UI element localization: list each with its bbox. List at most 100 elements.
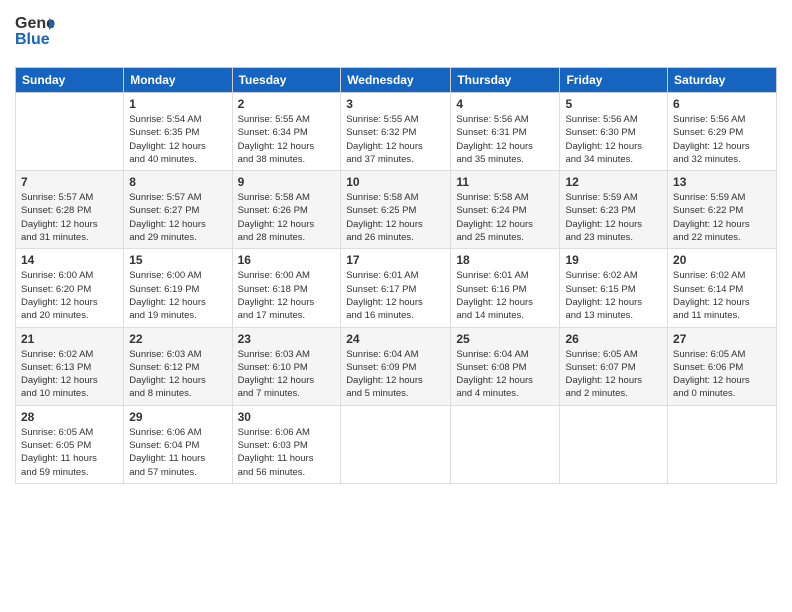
calendar-cell: 6 Sunrise: 5:56 AM Sunset: 6:29 PM Daylig… [668, 93, 777, 171]
calendar-cell: 3Sunrise: 5:55 AM Sunset: 6:32 PM Daylig… [341, 93, 451, 171]
calendar-cell: 20 Sunrise: 6:02 AM Sunset: 6:14 PM Dayli… [668, 249, 777, 327]
day-info: Sunrise: 6:00 AM Sunset: 6:20 PM Dayligh… [21, 269, 118, 322]
day-info: Sunrise: 6:02 AM Sunset: 6:13 PM Dayligh… [21, 348, 118, 401]
calendar-cell: 29 Sunrise: 6:06 AM Sunset: 6:04 PM Dayli… [124, 405, 232, 483]
day-number: 1 [129, 97, 226, 111]
day-number: 2 [238, 97, 336, 111]
day-number: 19 [565, 253, 662, 267]
calendar-cell: 16 Sunrise: 6:00 AM Sunset: 6:18 PM Dayli… [232, 249, 341, 327]
calendar-week-row: 1 Sunrise: 5:54 AM Sunset: 6:35 PM Daylig… [16, 93, 777, 171]
day-number: 4 [456, 97, 554, 111]
day-number: 21 [21, 332, 118, 346]
calendar-week-row: 28Sunrise: 6:05 AM Sunset: 6:05 PM Dayli… [16, 405, 777, 483]
calendar-table: SundayMondayTuesdayWednesdayThursdayFrid… [15, 67, 777, 484]
calendar-cell: 8 Sunrise: 5:57 AM Sunset: 6:27 PM Daylig… [124, 171, 232, 249]
day-info: Sunrise: 5:56 AM Sunset: 6:31 PM Dayligh… [456, 113, 554, 166]
calendar-body: 1 Sunrise: 5:54 AM Sunset: 6:35 PM Daylig… [16, 93, 777, 484]
day-info: Sunrise: 5:58 AM Sunset: 6:26 PM Dayligh… [238, 191, 336, 244]
calendar-cell: 19 Sunrise: 6:02 AM Sunset: 6:15 PM Dayli… [560, 249, 668, 327]
day-number: 6 [673, 97, 771, 111]
day-info: Sunrise: 6:01 AM Sunset: 6:16 PM Dayligh… [456, 269, 554, 322]
day-number: 5 [565, 97, 662, 111]
day-info: Sunrise: 6:05 AM Sunset: 6:05 PM Dayligh… [21, 426, 118, 479]
day-number: 16 [238, 253, 336, 267]
calendar-cell: 11 Sunrise: 5:58 AM Sunset: 6:24 PM Dayli… [451, 171, 560, 249]
day-number: 3 [346, 97, 445, 111]
day-number: 22 [129, 332, 226, 346]
calendar-cell: 15 Sunrise: 6:00 AM Sunset: 6:19 PM Dayli… [124, 249, 232, 327]
calendar-cell: 28Sunrise: 6:05 AM Sunset: 6:05 PM Dayli… [16, 405, 124, 483]
day-info: Sunrise: 5:59 AM Sunset: 6:22 PM Dayligh… [673, 191, 771, 244]
day-info: Sunrise: 6:05 AM Sunset: 6:06 PM Dayligh… [673, 348, 771, 401]
calendar-week-row: 21 Sunrise: 6:02 AM Sunset: 6:13 PM Dayli… [16, 327, 777, 405]
calendar-cell [451, 405, 560, 483]
day-number: 7 [21, 175, 118, 189]
column-header-sunday: Sunday [16, 68, 124, 93]
day-info: Sunrise: 5:59 AM Sunset: 6:23 PM Dayligh… [565, 191, 662, 244]
day-info: Sunrise: 6:03 AM Sunset: 6:10 PM Dayligh… [238, 348, 336, 401]
day-info: Sunrise: 5:57 AM Sunset: 6:27 PM Dayligh… [129, 191, 226, 244]
calendar-cell [16, 93, 124, 171]
day-number: 15 [129, 253, 226, 267]
calendar-cell: 10 Sunrise: 5:58 AM Sunset: 6:25 PM Dayli… [341, 171, 451, 249]
day-number: 27 [673, 332, 771, 346]
column-header-saturday: Saturday [668, 68, 777, 93]
header: General Blue [15, 10, 777, 59]
day-number: 13 [673, 175, 771, 189]
calendar-cell: 13 Sunrise: 5:59 AM Sunset: 6:22 PM Dayli… [668, 171, 777, 249]
calendar-cell: 12 Sunrise: 5:59 AM Sunset: 6:23 PM Dayli… [560, 171, 668, 249]
day-info: Sunrise: 5:54 AM Sunset: 6:35 PM Dayligh… [129, 113, 226, 166]
calendar-cell: 5Sunrise: 5:56 AM Sunset: 6:30 PM Daylig… [560, 93, 668, 171]
calendar-cell: 4 Sunrise: 5:56 AM Sunset: 6:31 PM Daylig… [451, 93, 560, 171]
day-info: Sunrise: 6:02 AM Sunset: 6:14 PM Dayligh… [673, 269, 771, 322]
logo: General Blue [15, 10, 55, 59]
day-info: Sunrise: 6:02 AM Sunset: 6:15 PM Dayligh… [565, 269, 662, 322]
day-info: Sunrise: 6:04 AM Sunset: 6:08 PM Dayligh… [456, 348, 554, 401]
day-number: 26 [565, 332, 662, 346]
calendar-cell: 26 Sunrise: 6:05 AM Sunset: 6:07 PM Dayli… [560, 327, 668, 405]
column-header-friday: Friday [560, 68, 668, 93]
calendar-cell: 30Sunrise: 6:06 AM Sunset: 6:03 PM Dayli… [232, 405, 341, 483]
calendar-cell: 14Sunrise: 6:00 AM Sunset: 6:20 PM Dayli… [16, 249, 124, 327]
day-number: 29 [129, 410, 226, 424]
day-info: Sunrise: 5:58 AM Sunset: 6:25 PM Dayligh… [346, 191, 445, 244]
calendar-cell: 17 Sunrise: 6:01 AM Sunset: 6:17 PM Dayli… [341, 249, 451, 327]
day-number: 8 [129, 175, 226, 189]
day-info: Sunrise: 5:57 AM Sunset: 6:28 PM Dayligh… [21, 191, 118, 244]
day-info: Sunrise: 6:00 AM Sunset: 6:19 PM Dayligh… [129, 269, 226, 322]
day-info: Sunrise: 6:03 AM Sunset: 6:12 PM Dayligh… [129, 348, 226, 401]
day-info: Sunrise: 6:01 AM Sunset: 6:17 PM Dayligh… [346, 269, 445, 322]
column-header-wednesday: Wednesday [341, 68, 451, 93]
day-number: 17 [346, 253, 445, 267]
calendar-header-row: SundayMondayTuesdayWednesdayThursdayFrid… [16, 68, 777, 93]
calendar-cell: 18 Sunrise: 6:01 AM Sunset: 6:16 PM Dayli… [451, 249, 560, 327]
calendar-cell: 22 Sunrise: 6:03 AM Sunset: 6:12 PM Dayli… [124, 327, 232, 405]
day-info: Sunrise: 6:05 AM Sunset: 6:07 PM Dayligh… [565, 348, 662, 401]
column-header-tuesday: Tuesday [232, 68, 341, 93]
day-number: 23 [238, 332, 336, 346]
calendar-cell: 27 Sunrise: 6:05 AM Sunset: 6:06 PM Dayli… [668, 327, 777, 405]
calendar-week-row: 14Sunrise: 6:00 AM Sunset: 6:20 PM Dayli… [16, 249, 777, 327]
day-info: Sunrise: 6:06 AM Sunset: 6:03 PM Dayligh… [238, 426, 336, 479]
calendar-cell: 25Sunrise: 6:04 AM Sunset: 6:08 PM Dayli… [451, 327, 560, 405]
day-number: 24 [346, 332, 445, 346]
day-info: Sunrise: 5:56 AM Sunset: 6:29 PM Dayligh… [673, 113, 771, 166]
calendar-cell: 21 Sunrise: 6:02 AM Sunset: 6:13 PM Dayli… [16, 327, 124, 405]
page: General Blue SundayMondayTuesdayWednesda… [0, 0, 792, 612]
day-info: Sunrise: 6:04 AM Sunset: 6:09 PM Dayligh… [346, 348, 445, 401]
calendar-cell: 9Sunrise: 5:58 AM Sunset: 6:26 PM Daylig… [232, 171, 341, 249]
calendar-cell [668, 405, 777, 483]
day-info: Sunrise: 6:06 AM Sunset: 6:04 PM Dayligh… [129, 426, 226, 479]
day-number: 12 [565, 175, 662, 189]
calendar-cell [341, 405, 451, 483]
day-number: 10 [346, 175, 445, 189]
day-number: 20 [673, 253, 771, 267]
day-info: Sunrise: 5:55 AM Sunset: 6:34 PM Dayligh… [238, 113, 336, 166]
svg-text:Blue: Blue [15, 31, 50, 48]
day-info: Sunrise: 5:58 AM Sunset: 6:24 PM Dayligh… [456, 191, 554, 244]
day-number: 18 [456, 253, 554, 267]
day-number: 11 [456, 175, 554, 189]
calendar-cell [560, 405, 668, 483]
calendar-week-row: 7 Sunrise: 5:57 AM Sunset: 6:28 PM Daylig… [16, 171, 777, 249]
day-info: Sunrise: 6:00 AM Sunset: 6:18 PM Dayligh… [238, 269, 336, 322]
